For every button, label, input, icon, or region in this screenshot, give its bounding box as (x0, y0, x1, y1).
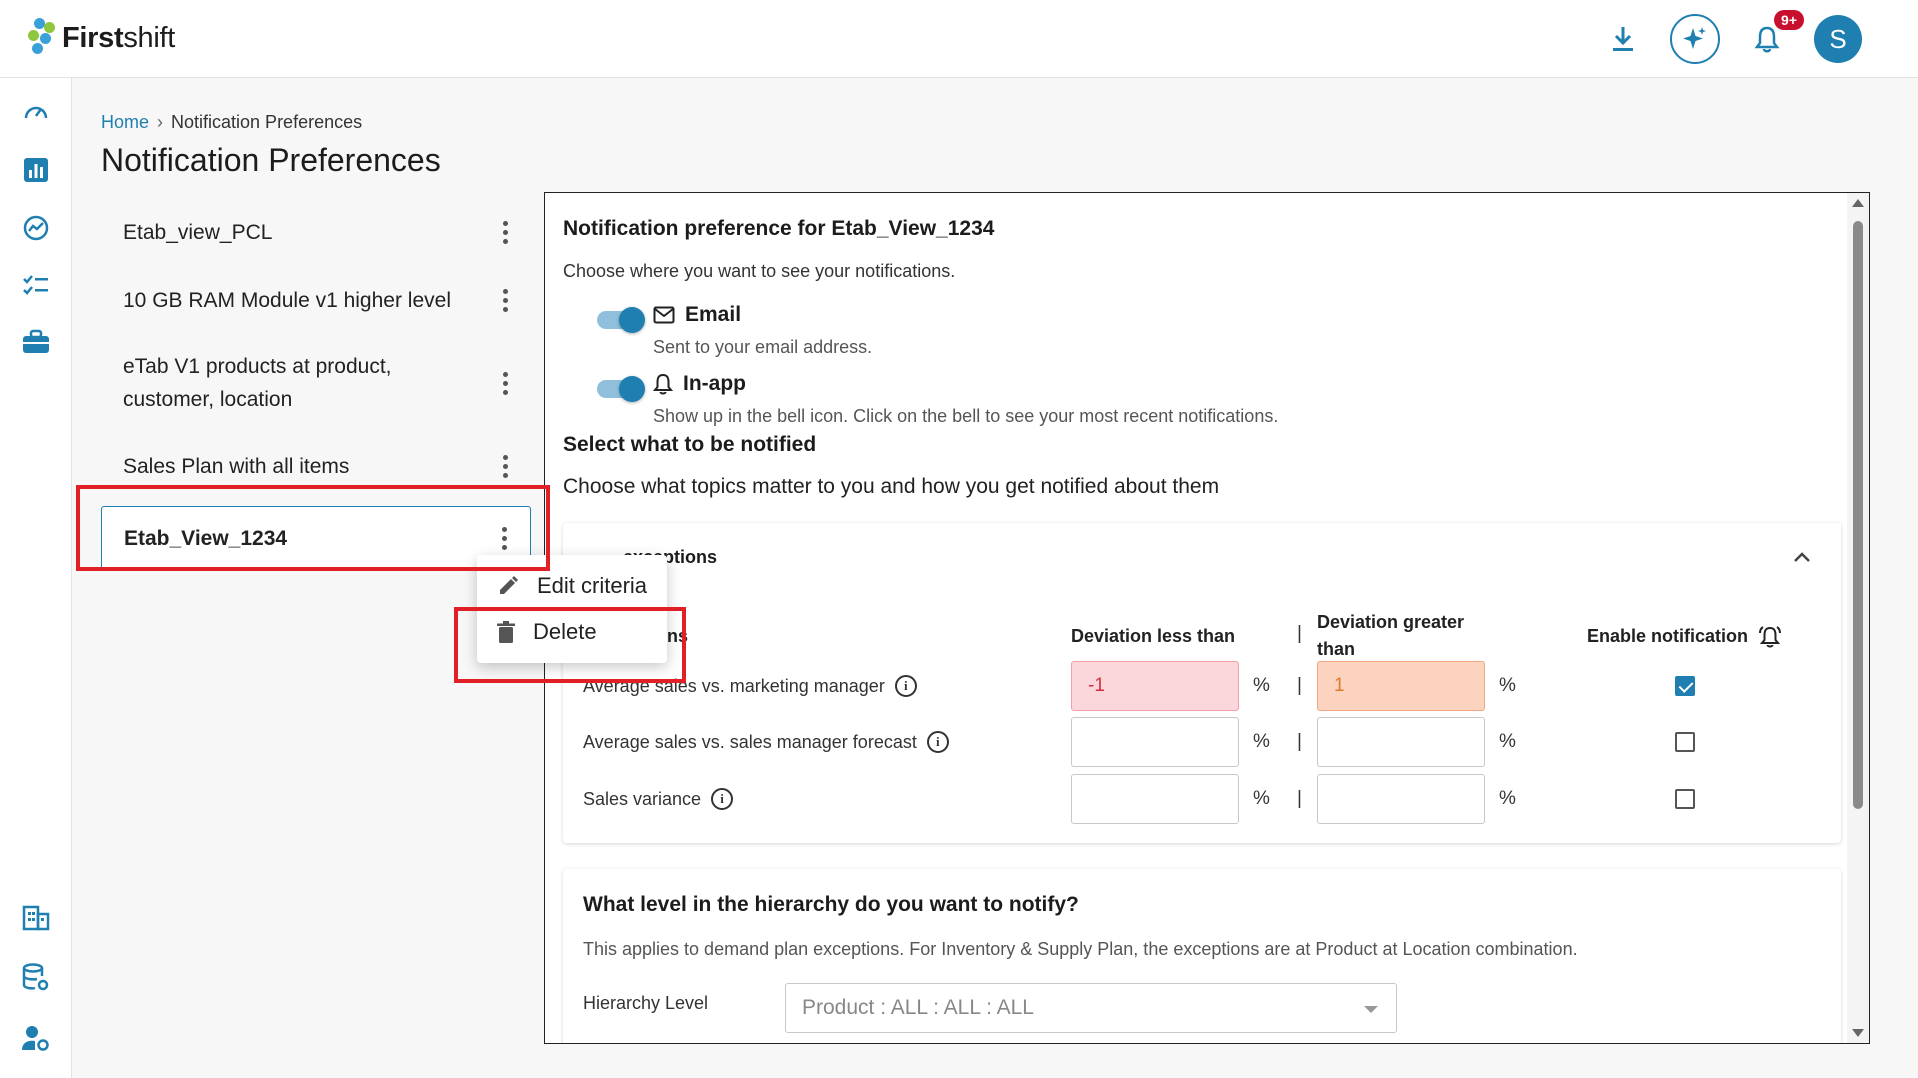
enable-notification-checkbox[interactable] (1675, 676, 1695, 696)
inapp-desc: Show up in the bell icon. Click on the b… (653, 406, 1279, 426)
inapp-label: In-app (683, 372, 746, 395)
view-item[interactable]: Etab_view_PCL (101, 198, 531, 266)
ai-sparkle-icon[interactable] (1670, 14, 1720, 64)
breadcrumb-current: Notification Preferences (171, 112, 363, 132)
panel-scrollbar[interactable] (1847, 193, 1869, 1043)
preference-panel: Notification preference for Etab_View_12… (544, 192, 1870, 1044)
view-item-label: Etab_view_PCL (123, 220, 273, 244)
kebab-icon[interactable] (495, 285, 515, 315)
scroll-thumb[interactable] (1853, 221, 1863, 809)
bell-icon[interactable]: 9+ (1742, 10, 1804, 64)
database-settings-icon[interactable] (20, 962, 52, 994)
building-icon[interactable] (20, 902, 52, 934)
exceptions-card: exceptions ns Deviation less than | Devi… (563, 523, 1841, 843)
deviation-greater-header: Deviation greater than (1317, 612, 1465, 659)
select-title: Select what to be notified (563, 433, 817, 456)
email-desc: Sent to your email address. (653, 337, 873, 357)
bar-chart-icon[interactable] (20, 154, 52, 186)
inapp-toggle[interactable] (597, 376, 645, 402)
preference-title: Notification preference for Etab_View_12… (563, 217, 995, 240)
checklist-icon[interactable] (20, 270, 52, 302)
avatar[interactable]: S (1814, 15, 1862, 63)
view-item[interactable]: 10 GB RAM Module v1 higher level (101, 266, 531, 334)
briefcase-icon[interactable] (20, 326, 52, 358)
logo-text: Firstshift (62, 21, 176, 54)
bell-ring-icon (1759, 625, 1782, 647)
logo-mark-icon (28, 18, 56, 58)
enable-notification-header: Enable notification (1587, 623, 1782, 650)
view-item-label: eTab V1 products at product, customer, l… (123, 355, 392, 411)
caret-down-icon (1364, 1006, 1378, 1013)
info-icon[interactable]: i (894, 675, 917, 697)
firstshift-logo[interactable]: Firstshift (28, 18, 175, 58)
select-subtitle: Choose what topics matter to you and how… (563, 475, 1220, 498)
mail-icon (653, 306, 675, 324)
deviation-greater-input[interactable] (1317, 774, 1485, 824)
kebab-icon[interactable] (495, 451, 515, 481)
trend-icon[interactable] (20, 212, 52, 244)
hierarchy-title: What level in the hierarchy do you want … (583, 893, 1079, 916)
deviation-greater-input[interactable]: 1 (1317, 661, 1485, 711)
view-item-label: Sales Plan with all items (123, 454, 350, 478)
exception-row-label: Average sales vs. sales manager forecast… (583, 731, 949, 753)
deviation-greater-input[interactable] (1317, 717, 1485, 767)
deviation-less-input[interactable] (1071, 717, 1239, 767)
bell-icon (653, 373, 673, 395)
deviation-less-input[interactable] (1071, 774, 1239, 824)
exception-row-label: Sales variance i (583, 788, 734, 810)
info-icon[interactable]: i (711, 788, 734, 810)
kebab-icon[interactable] (495, 217, 515, 247)
download-icon[interactable] (1598, 14, 1648, 64)
deviation-less-header: Deviation less than (1071, 626, 1236, 646)
user-settings-icon[interactable] (20, 1022, 52, 1054)
dashboard-icon[interactable] (20, 96, 52, 128)
deviation-less-input[interactable]: -1 (1071, 661, 1239, 711)
chevron-up-icon[interactable] (1793, 551, 1811, 563)
enable-notification-checkbox[interactable] (1675, 789, 1695, 809)
info-icon[interactable]: i (926, 731, 949, 753)
highlight-delete-option (454, 607, 686, 683)
email-toggle[interactable] (597, 307, 645, 333)
view-item[interactable]: eTab V1 products at product, customer, l… (101, 334, 531, 432)
page-title: Notification Preferences (101, 142, 441, 178)
breadcrumb: Home › Notification Preferences (101, 112, 363, 132)
scroll-up-icon[interactable] (1852, 199, 1864, 207)
enable-notification-checkbox[interactable] (1675, 732, 1695, 752)
preference-subtitle: Choose where you want to see your notifi… (563, 261, 956, 281)
kebab-icon[interactable] (495, 368, 515, 398)
view-item-label: 10 GB RAM Module v1 higher level (123, 288, 451, 312)
email-label: Email (685, 303, 742, 326)
hierarchy-subtitle: This applies to demand plan exceptions. … (583, 939, 1578, 959)
pencil-icon (500, 576, 518, 594)
notification-badge: 9+ (1774, 10, 1804, 30)
hierarchy-card: What level in the hierarchy do you want … (563, 869, 1841, 1043)
scroll-down-icon[interactable] (1852, 1029, 1864, 1037)
top-bar: Firstshift 9+ S (0, 0, 1918, 78)
breadcrumb-home-link[interactable]: Home (101, 112, 149, 132)
hierarchy-level-label: Hierarchy Level (583, 993, 709, 1013)
hierarchy-level-select[interactable]: Product : ALL : ALL : ALL (785, 983, 1397, 1033)
highlight-selected-view (76, 485, 550, 571)
left-nav (0, 78, 72, 1078)
